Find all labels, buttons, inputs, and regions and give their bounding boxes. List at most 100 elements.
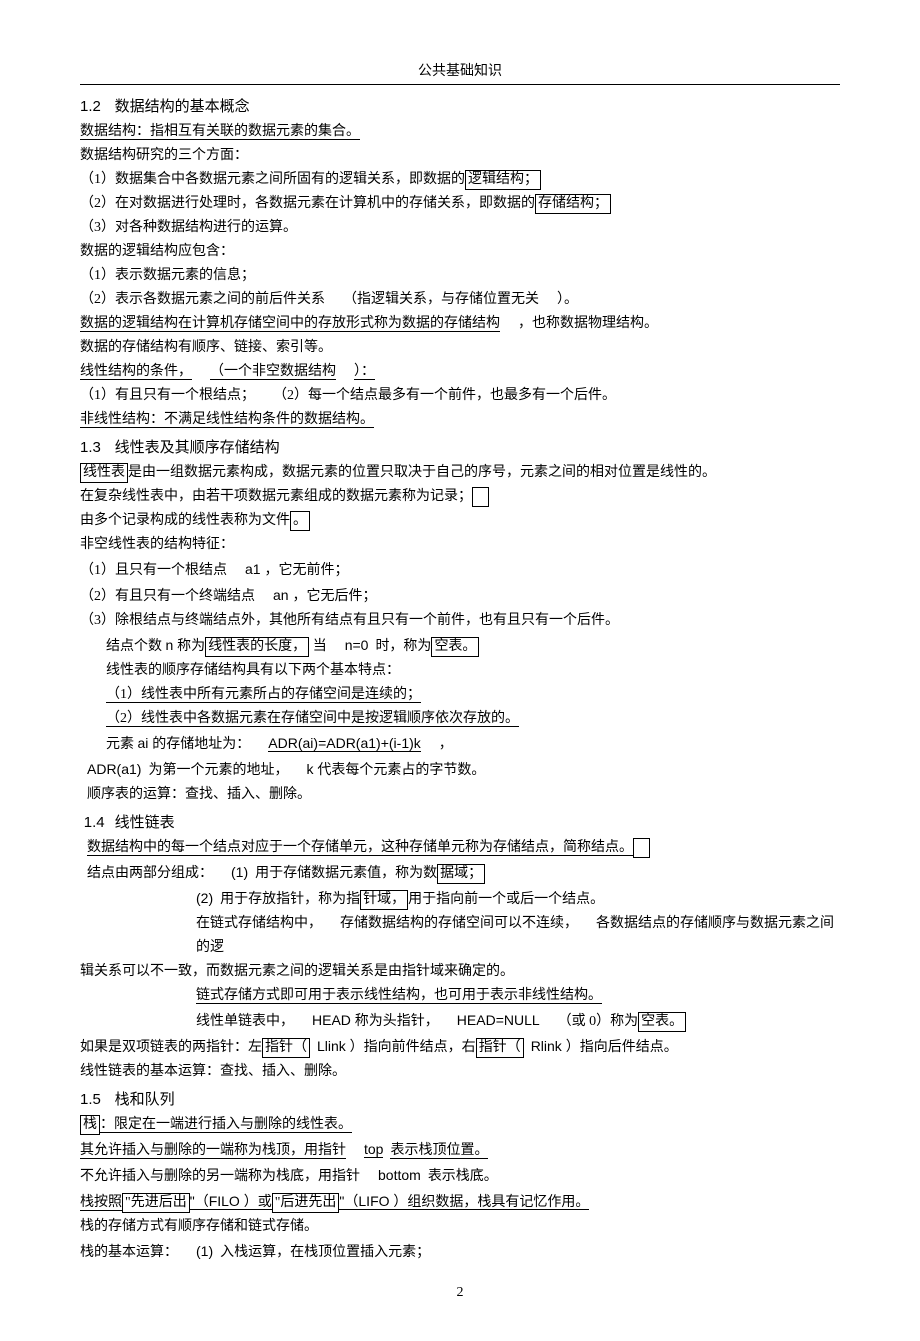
text: 如果是双项链表的两指针：左: [80, 1040, 262, 1055]
boxed-term: 空表。: [431, 637, 479, 657]
boxed-term: 指针（: [476, 1038, 524, 1058]
text-underlined: （一个非空数据结构: [210, 364, 336, 380]
text-underlined: 线性结构的条件，: [80, 364, 192, 380]
body-line: （1）数据集合中各数据元素之间所固有的逻辑关系，即数据的逻辑结构；: [80, 168, 840, 192]
body-line: 在链式存储结构中，存储数据结构的存储空间可以不连续，各数据结点的存储顺序与数据元…: [80, 912, 840, 960]
body-line: 非线性结构：不满足线性结构条件的数据结构。: [80, 408, 840, 432]
section-title: 线性链表: [115, 815, 175, 831]
body-line: 元素 ai 的存储地址为：ADR(ai)=ADR(a1)+(i-1)k，: [80, 731, 840, 757]
text: 表示栈底。: [428, 1169, 498, 1184]
body-line: 线性单链表中，HEAD 称为头指针，HEAD=NULL（或 0）称为空表。: [80, 1008, 840, 1034]
section-number: 1.4: [84, 814, 105, 831]
body-line: 栈：限定在一端进行插入与删除的线性表。: [80, 1113, 840, 1137]
body-line: ADR(a1) 为第一个元素的地址， k 代表每个元素占的字节数。: [80, 757, 840, 783]
empty-box: [633, 838, 650, 858]
section-number: 1.2: [80, 98, 101, 115]
text-underlined: （2）线性表中各数据元素在存储空间中是按逻辑顺序依次存放的。: [106, 711, 519, 727]
text: (2): [196, 890, 213, 906]
text: an ，它无后件；: [273, 587, 376, 603]
body-line: 结点由两部分组成：(1) 用于存储数据元素值，称为数据域；: [80, 860, 840, 886]
boxed-term: 。: [290, 511, 310, 531]
empty-box: [472, 487, 489, 507]
text: ，也称数据物理结构。: [518, 316, 658, 331]
body-line: 数据结构中的每一个结点对应于一个存储单元，这种存储单元称为存储结点，简称结点。: [80, 836, 840, 860]
body-line: （1）且只有一个根结点 a1 ，它无前件；: [80, 557, 840, 583]
body-line: （2）有且只有一个终端结点 an ，它无后件；: [80, 583, 840, 609]
body-line: （2）线性表中各数据元素在存储空间中是按逻辑顺序依次存放的。: [80, 707, 840, 731]
text-underlined: "（LIFO ）组织数据，栈具有记忆作用。: [339, 1193, 589, 1210]
body-line: 数据结构：指相互有关联的数据元素的集合。: [80, 120, 840, 144]
body-line: 顺序表的运算：查找、插入、删除。: [80, 783, 840, 807]
text-underlined: ）：: [354, 364, 375, 380]
body-line: 在复杂线性表中，由若干项数据元素组成的数据元素称为记录；: [80, 485, 840, 509]
body-line: (2) 用于存放指针，称为指针域，用于指向前一个或后一个结点。: [80, 886, 840, 912]
header-rule: [80, 84, 840, 85]
body-line: 数据的存储结构有顺序、链接、索引等。: [80, 336, 840, 360]
body-line: 栈按照"先进后出"（FILO ）或"后进先出"（LIFO ）组织数据，栈具有记忆…: [80, 1189, 840, 1215]
body-line: （3）对各种数据结构进行的运算。: [80, 216, 840, 240]
text-underlined: 链式存储方式即可用于表示线性结构，也可用于表示非线性结构。: [196, 988, 602, 1004]
text: 是由一组数据元素构成，数据元素的位置只取决于自己的序号，元素之间的相对位置是线性…: [128, 465, 716, 480]
text: 用于指向前一个或后一个结点。: [408, 892, 604, 907]
text: (1): [231, 864, 248, 880]
section-number: 1.5: [80, 1091, 101, 1108]
boxed-term: 线性表的长度，: [205, 637, 309, 657]
document-page: 公共基础知识 1.2 数据结构的基本概念 数据结构：指相互有关联的数据元素的集合…: [0, 0, 920, 1341]
text: （1）且只有一个根结点: [80, 563, 227, 578]
text-underlined: 非线性结构：不满足线性结构条件的数据结构。: [80, 412, 374, 428]
text: ADR(a1): [87, 761, 141, 777]
text-underlined: ADR(ai)=ADR(a1)+(i-1)k: [268, 735, 420, 752]
text: 用于存放指针，称为指: [220, 892, 360, 907]
section-heading-1-3: 1.3 线性表及其顺序存储结构: [80, 436, 840, 457]
text-underlined: 数据结构中的每一个结点对应于一个存储单元，这种存储单元称为存储结点，简称结点。: [87, 840, 633, 856]
boxed-term: 针域，: [360, 890, 408, 910]
text: k 代表每个元素占的字节数。: [306, 761, 485, 777]
text-underlined: 其允许插入与删除的一端称为栈顶，用指针: [80, 1143, 346, 1159]
text-underlined: 数据的逻辑结构在计算机存储空间中的存放形式称为数据的存储结构: [80, 316, 500, 332]
boxed-term: 栈: [80, 1115, 100, 1135]
text-underlined: 栈按照: [80, 1195, 122, 1211]
body-line: 由多个记录构成的线性表称为文件。: [80, 509, 840, 533]
text: 在复杂线性表中，由若干项数据元素组成的数据元素称为记录；: [80, 489, 472, 504]
body-line: 非空线性表的结构特征：: [80, 533, 840, 557]
text: a1 ，它无前件；: [245, 561, 348, 577]
text: 顺序表的运算：查找、插入、删除。: [87, 787, 311, 802]
section-title: 栈和队列: [115, 1092, 175, 1108]
text: （2）在对数据进行处理时，各数据元素在计算机中的存储关系，即数据的: [80, 196, 535, 211]
body-line: （1）表示数据元素的信息；: [80, 264, 840, 288]
body-line: 数据的逻辑结构在计算机存储空间中的存放形式称为数据的存储结构 ，也称数据物理结构。: [80, 312, 840, 336]
text: ）。: [557, 292, 578, 307]
boxed-term: "后进先出: [272, 1193, 340, 1213]
text: （2）表示各数据元素之间的前后件关系: [80, 292, 325, 307]
text: (1): [196, 1243, 213, 1259]
body-line: 链式存储方式即可用于表示线性结构，也可用于表示非线性结构。: [80, 984, 840, 1008]
text: ai 的存储地址为：: [138, 735, 251, 751]
body-line: 辑关系可以不一致，而数据元素之间的逻辑关系是由指针域来确定的。: [80, 960, 840, 984]
text: bottom: [378, 1167, 421, 1183]
body-line: 栈的存储方式有顺序存储和链式存储。: [80, 1215, 840, 1239]
body-line: 如果是双项链表的两指针：左指针（ Llink ）指向前件结点，右指针（ Rlin…: [80, 1034, 840, 1060]
section-heading-1-5: 1.5 栈和队列: [80, 1088, 840, 1109]
text-underlined: 表示栈顶位置。: [390, 1143, 488, 1159]
section-heading-1-4: 1.4 线性链表: [80, 811, 840, 832]
text: 为第一个元素的地址，: [148, 763, 288, 778]
body-line: 其允许插入与删除的一端称为栈顶，用指针top 表示栈顶位置。: [80, 1137, 840, 1163]
text: n 称为: [166, 637, 206, 653]
text-underlined: 数据结构：指相互有关联的数据元素的集合。: [80, 124, 360, 140]
boxed-term: 逻辑结构；: [465, 170, 541, 190]
text: （2）有且只有一个终端结点: [80, 589, 255, 604]
text: （指逻辑关系，与存储位置无关: [343, 292, 539, 307]
body-line: 线性表是由一组数据元素构成，数据元素的位置只取决于自己的序号，元素之间的相对位置…: [80, 461, 840, 485]
text: 存储数据结构的存储空间可以不连续，: [340, 916, 578, 931]
text: （或 0）称为: [558, 1014, 639, 1029]
boxed-term: "先进后出: [122, 1193, 190, 1213]
boxed-term: 空表。: [638, 1012, 686, 1032]
text: n=0: [345, 637, 369, 653]
text: ，: [439, 737, 453, 752]
body-line: 线性链表的基本运算：查找、插入、删除。: [80, 1060, 840, 1084]
text: 用于存储数据元素值，称为数: [255, 866, 437, 881]
text: Llink ）指向前件结点，右: [317, 1038, 476, 1054]
text: 线性单链表中，: [196, 1014, 294, 1029]
body-line: （2）在对数据进行处理时，各数据元素在计算机中的存储关系，即数据的存储结构；: [80, 192, 840, 216]
body-line: （1）有且只有一个根结点；（2）每一个结点最多有一个前件，也最多有一个后件。: [80, 384, 840, 408]
